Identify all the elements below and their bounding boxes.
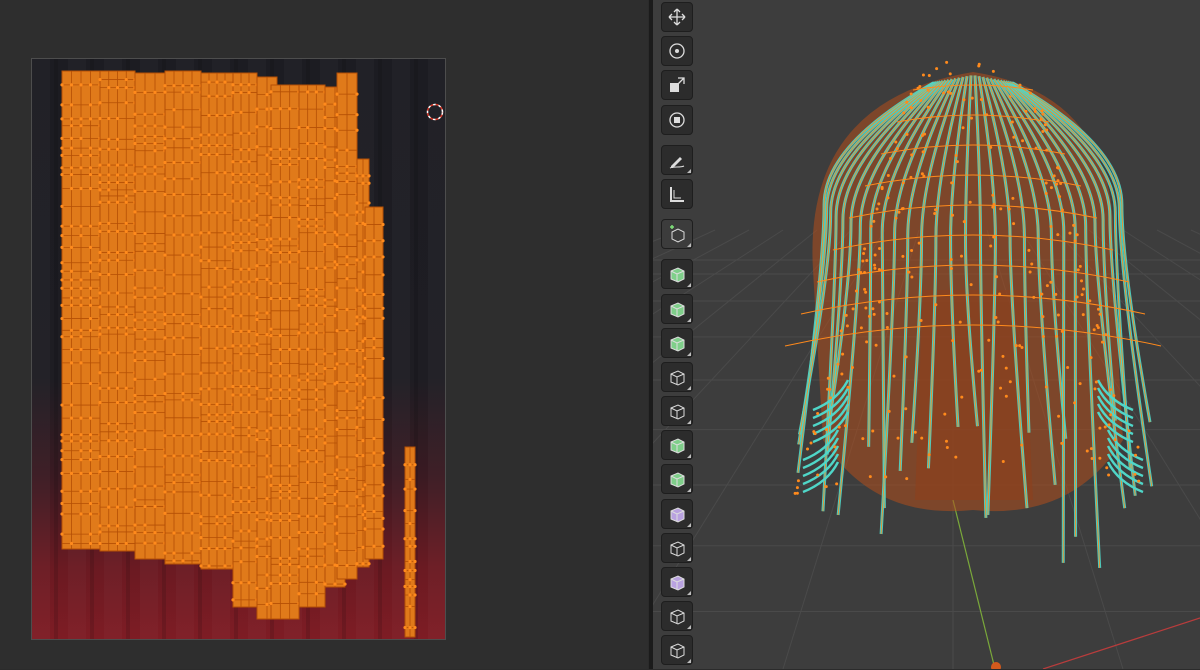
extrude-region-tool[interactable] <box>661 259 693 290</box>
tool-options-indicator <box>687 243 691 248</box>
uv-island <box>133 72 167 560</box>
knife-icon <box>670 404 685 420</box>
loop-cut-icon <box>670 370 685 386</box>
uv-canvas[interactable] <box>31 58 446 640</box>
edge-slide-icon <box>670 541 685 557</box>
smooth-vertices-icon <box>670 507 685 523</box>
uv-island <box>269 84 301 620</box>
spin-icon <box>670 472 685 488</box>
2d-cursor-icon[interactable] <box>426 103 444 121</box>
hair-mesh <box>784 60 1162 569</box>
bevel-tool[interactable] <box>661 327 693 358</box>
rotate-tool[interactable] <box>661 36 693 67</box>
shrink-fatten-icon <box>670 575 685 591</box>
tool-options-indicator <box>687 591 691 595</box>
shrink-fatten-tool[interactable] <box>661 567 693 597</box>
tool-options-indicator <box>687 522 691 527</box>
poly-build-icon <box>670 438 685 454</box>
move-tool[interactable] <box>661 2 693 32</box>
shear-icon <box>670 609 685 625</box>
tool-options-indicator <box>687 488 691 493</box>
measure-tool[interactable] <box>661 178 693 209</box>
tool-shelf <box>661 2 695 670</box>
transform-icon <box>669 111 685 128</box>
3d-viewport[interactable] <box>653 0 1200 669</box>
tool-options-indicator <box>687 317 691 322</box>
tool-options-indicator <box>687 454 691 459</box>
rotate-icon <box>669 43 685 59</box>
uv-island <box>60 70 102 550</box>
uv-island <box>199 72 235 570</box>
tool-options-indicator <box>687 625 691 630</box>
tool-options-indicator <box>687 385 691 390</box>
y-axis-line <box>952 499 996 669</box>
smooth-vertices-tool[interactable] <box>661 498 693 529</box>
tool-options-indicator <box>687 168 691 173</box>
origin-icon <box>991 662 1001 669</box>
move-icon <box>668 8 686 26</box>
add-cube-tool[interactable] <box>661 219 693 250</box>
uv-island <box>297 84 327 608</box>
tool-options-indicator <box>687 659 691 664</box>
uv-island <box>231 72 259 608</box>
knife-tool[interactable] <box>661 396 693 427</box>
loop-cut-tool[interactable] <box>661 361 693 392</box>
tool-options-indicator <box>687 351 691 356</box>
shear-tool[interactable] <box>661 601 693 632</box>
tool-options-indicator <box>687 556 691 561</box>
scale-icon <box>670 77 685 93</box>
transform-tool[interactable] <box>661 104 693 135</box>
uv-island <box>363 206 385 560</box>
measure-icon <box>670 186 684 202</box>
spin-tool[interactable] <box>661 464 693 495</box>
rip-region-tool[interactable] <box>661 635 693 666</box>
bevel-icon <box>670 336 685 352</box>
inset-faces-tool[interactable] <box>661 293 693 324</box>
add-cube-icon <box>670 225 685 243</box>
uv-island <box>163 70 203 565</box>
uv-island <box>335 72 359 580</box>
rip-region-icon <box>670 643 685 659</box>
uv-island <box>403 446 417 638</box>
uv-island <box>98 70 137 552</box>
inset-faces-icon <box>670 301 685 318</box>
annotate-icon <box>669 156 685 169</box>
uv-islands[interactable] <box>32 59 445 639</box>
x-axis-line <box>1042 617 1200 669</box>
scale-tool[interactable] <box>661 70 693 101</box>
tool-options-indicator <box>687 283 691 288</box>
edge-slide-tool[interactable] <box>661 532 693 563</box>
tool-options-indicator <box>687 420 691 425</box>
uv-editor[interactable] <box>0 0 648 669</box>
poly-build-tool[interactable] <box>661 430 693 461</box>
annotate-tool[interactable] <box>661 144 693 175</box>
viewport-scene[interactable] <box>653 0 1200 669</box>
extrude-region-icon <box>670 267 685 283</box>
